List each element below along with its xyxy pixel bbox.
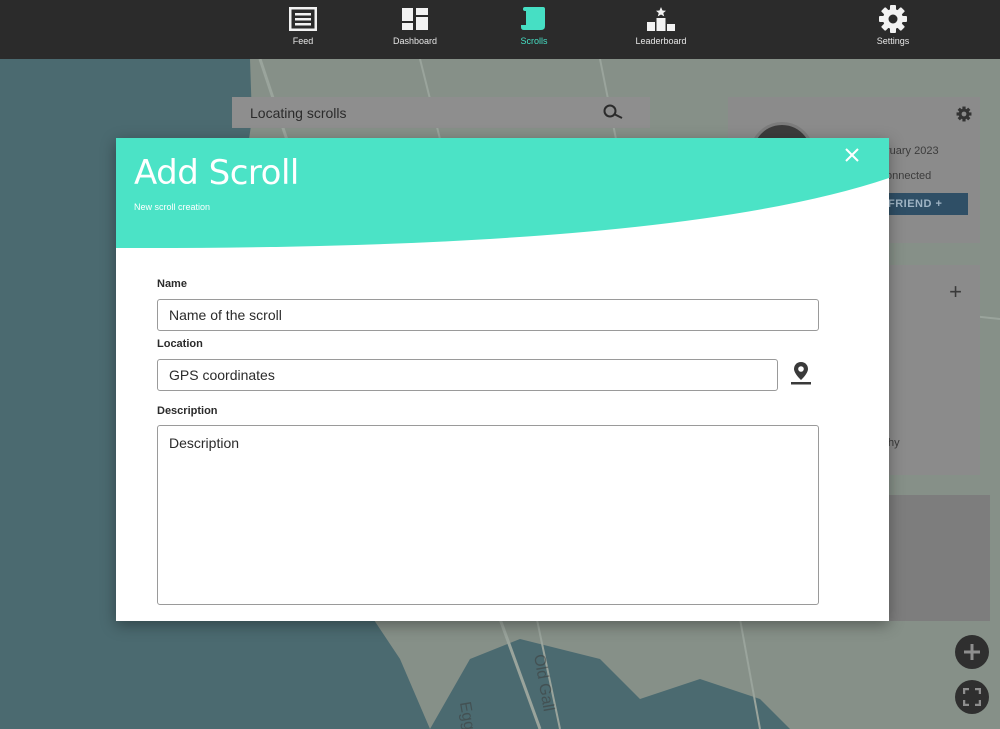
zoom-in-button[interactable] [955,635,989,669]
plus-icon[interactable]: + [949,279,962,305]
nav-item-scrolls[interactable]: Scrolls [489,0,579,59]
panel-text: hy [888,437,900,449]
nav-label-leaderboard: Leaderboard [635,36,687,46]
nav-label-feed: Feed [292,36,314,46]
location-pin-icon [791,362,811,385]
feed-icon [289,5,317,33]
nav-label-settings: Settings [876,36,910,46]
gear-icon [878,5,908,33]
nav-item-leaderboard[interactable]: Leaderboard [616,0,706,59]
close-button[interactable] [845,148,867,170]
nav-item-settings[interactable]: Settings [848,0,938,59]
search-text: Locating scrolls [250,104,347,121]
nav-item-feed[interactable]: Feed [258,0,348,59]
fullscreen-button[interactable] [955,680,989,714]
pick-location-button[interactable] [788,360,814,386]
leaderboard-icon [646,5,676,33]
description-label: Description [157,405,218,417]
dialog-title: Add Scroll [134,153,299,193]
profile-date: ruary 2023 [886,145,939,157]
nav-item-dashboard[interactable]: Dashboard [370,0,460,59]
name-field[interactable] [157,299,819,331]
add-scroll-dialog: Add Scroll New scroll creation Name Loca… [116,138,889,621]
location-field[interactable] [157,359,778,391]
scroll-icon [520,5,548,33]
description-field[interactable] [157,425,819,605]
search-icon [603,104,623,119]
scroll-search-bar[interactable]: Locating scrolls [232,97,650,128]
dialog-subtitle: New scroll creation [134,202,211,212]
dialog-header: Add Scroll New scroll creation [116,138,889,253]
location-label: Location [157,338,203,350]
top-navigation: Feed Dashboard Scrolls Leaderboard Setti… [0,0,1000,59]
name-label: Name [157,278,187,290]
nav-label-scrolls: Scrolls [520,36,548,46]
plus-icon [964,644,980,660]
close-icon [845,148,859,162]
gear-icon[interactable] [956,106,972,122]
dashboard-icon [401,5,429,33]
profile-connected: onnected [886,170,932,182]
add-friend-button[interactable]: FRIEND + [878,193,968,215]
fullscreen-icon [963,688,981,706]
nav-label-dashboard: Dashboard [392,36,438,46]
